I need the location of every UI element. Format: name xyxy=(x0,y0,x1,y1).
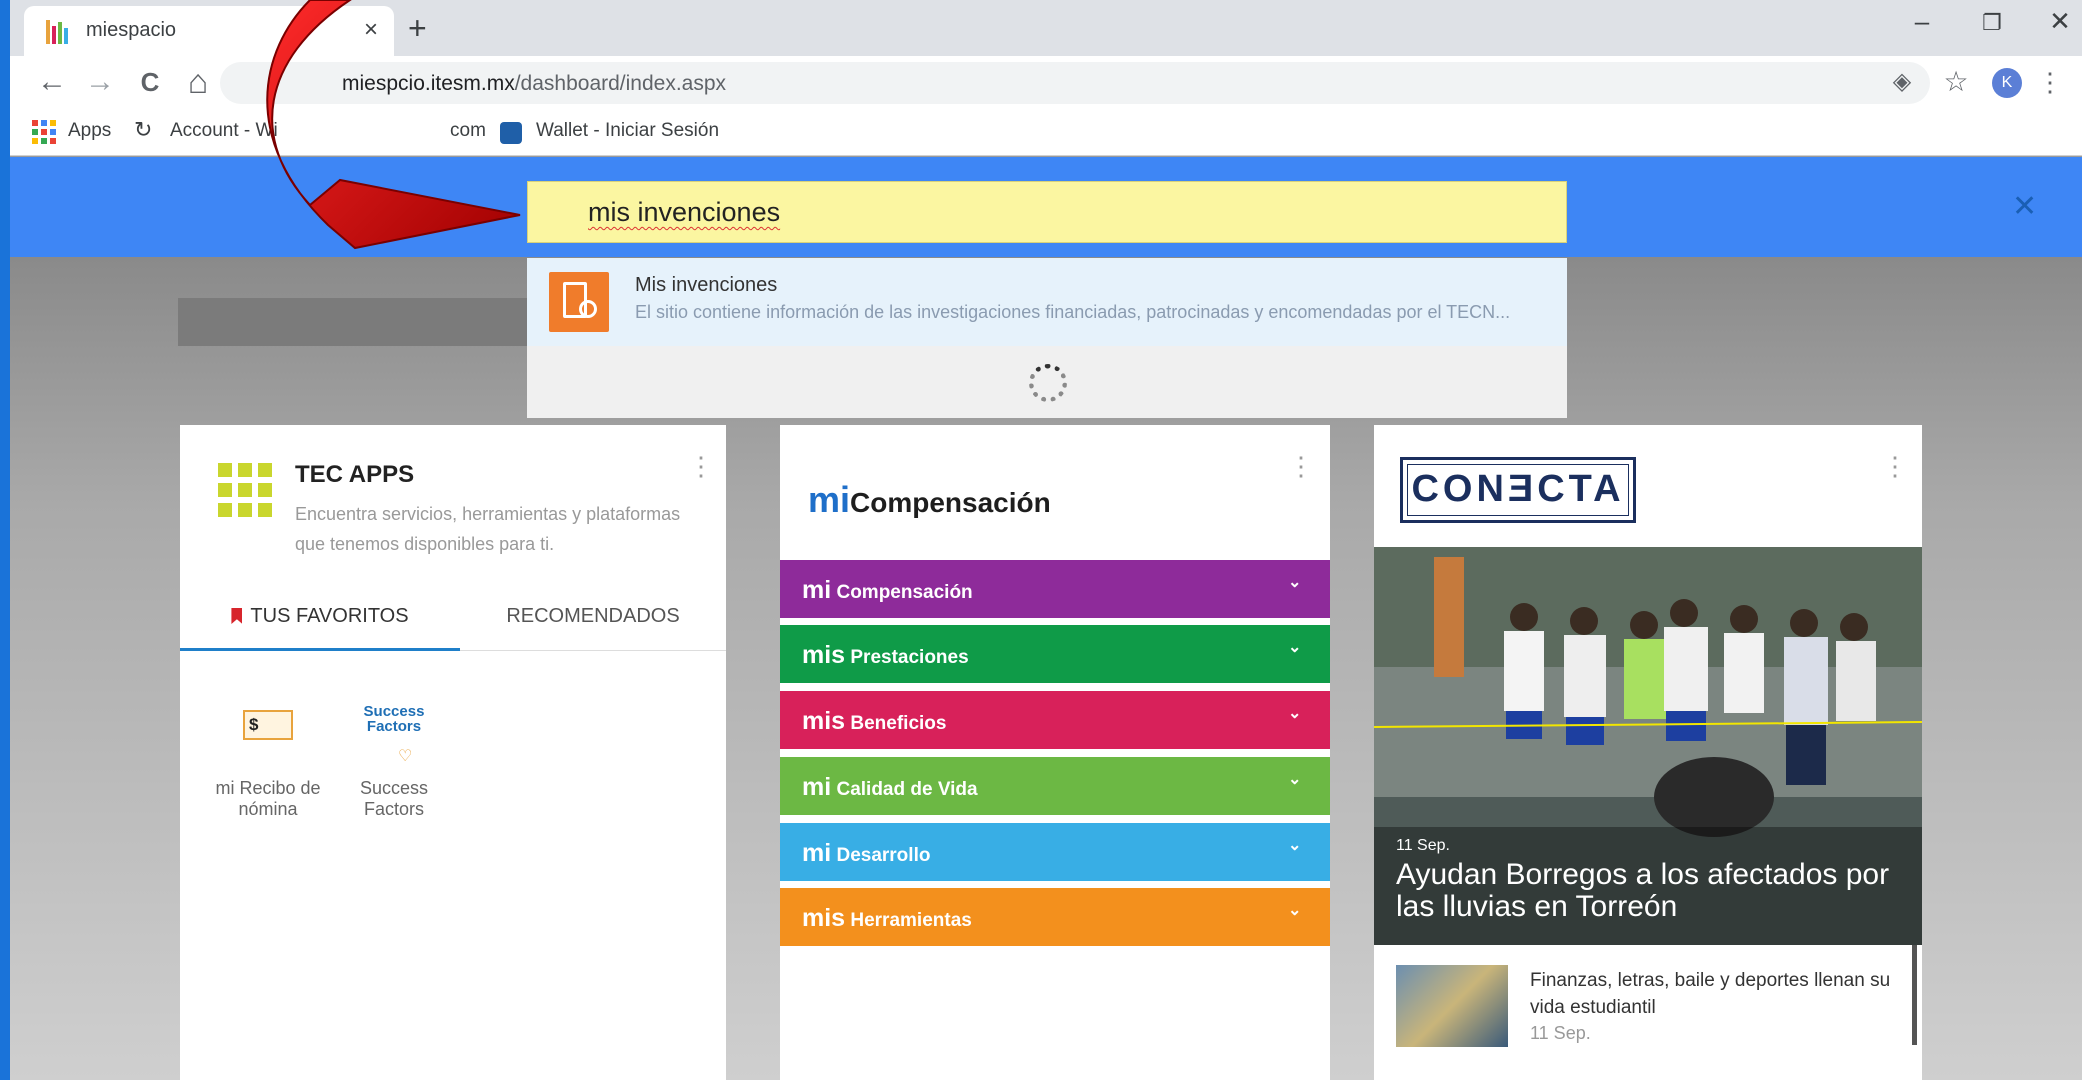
payslip-icon: $ xyxy=(243,710,293,740)
favorite-app-label: mi Recibo de nómina xyxy=(215,778,321,819)
tec-apps-card: TEC APPS Encuentra servicios, herramient… xyxy=(180,425,726,1080)
browser-menu-icon[interactable]: ⋮ xyxy=(2030,64,2070,100)
card-menu-icon[interactable]: ⋮ xyxy=(1288,453,1314,479)
bookmark-account[interactable]: Account - Wi xyxy=(170,120,278,142)
micompensacion-item[interactable]: mis Beneficios ⌄ xyxy=(780,691,1330,749)
chevron-down-icon[interactable]: ⌄ xyxy=(1288,572,1301,592)
item-label: mi Desarrollo xyxy=(802,839,931,867)
item-label: mis Prestaciones xyxy=(802,641,969,669)
successfactors-logo-icon: Success Factors xyxy=(363,703,425,735)
bookmark-apps[interactable]: Apps xyxy=(68,120,111,142)
heart-icon: ♡ xyxy=(398,748,413,765)
micompensacion-card: miCompensación ⋮ mi Compensación ⌄ mis Pre… xyxy=(780,425,1330,1080)
search-input[interactable]: mis invenciones xyxy=(527,181,1567,243)
loading-spinner-icon xyxy=(1029,364,1067,402)
card-scrollbar[interactable] xyxy=(1912,945,1917,1045)
bookmark-wallet[interactable]: Wallet - Iniciar Sesión xyxy=(536,120,719,142)
card-menu-icon[interactable]: ⋮ xyxy=(1882,453,1908,479)
search-query[interactable]: mis invenciones xyxy=(588,197,780,228)
forward-button[interactable]: → xyxy=(80,64,120,100)
back-button[interactable]: ← xyxy=(32,64,72,100)
favorite-app-label: Success Factors xyxy=(359,778,429,819)
chevron-down-icon[interactable]: ⌄ xyxy=(1288,769,1301,789)
location-icon[interactable]: ◈ xyxy=(1882,64,1922,100)
item-label: mi Compensación xyxy=(802,576,973,604)
micompensacion-item[interactable]: mi Calidad de Vida ⌄ xyxy=(780,757,1330,815)
micompensacion-item[interactable]: mis Herramientas ⌄ xyxy=(780,888,1330,946)
new-tab-button[interactable]: + xyxy=(408,8,427,48)
news-thumbnail[interactable] xyxy=(1396,965,1508,1047)
bookmark-flag-icon xyxy=(231,608,243,624)
micompensacion-item[interactable]: mi Compensación ⌄ xyxy=(780,560,1330,618)
micompensacion-logo: miCompensación xyxy=(808,479,1051,520)
tab-close-icon[interactable]: × xyxy=(364,16,378,44)
card-title: TEC APPS xyxy=(295,461,415,488)
featured-news-title[interactable]: Ayudan Borregos a los afectados por las … xyxy=(1396,859,1896,923)
profile-avatar[interactable]: K xyxy=(1992,68,2022,98)
close-window-button[interactable]: ✕ xyxy=(2040,6,2080,37)
browser-window: miespacio × + – ❐ ✕ ← → C ⌂ miespcio.ite… xyxy=(10,0,2082,1080)
bookmark-com[interactable]: com xyxy=(450,120,486,142)
conecta-logo[interactable]: CONƎCTA xyxy=(1400,457,1636,523)
address-bar[interactable]: miespcio.itesm.mx/dashboard/index.aspx xyxy=(220,62,1930,104)
featured-news-date: 11 Sep. xyxy=(1396,837,1450,854)
account-bookmark-icon: ↻ xyxy=(134,117,153,142)
micompensacion-item[interactable]: mi Desarrollo ⌄ xyxy=(780,823,1330,881)
chevron-down-icon[interactable]: ⌄ xyxy=(1288,835,1301,855)
result-title[interactable]: Mis invenciones xyxy=(635,274,777,297)
search-result-item[interactable]: Mis invenciones El sitio contiene inform… xyxy=(527,258,1567,346)
conecta-card: CONƎCTA ⋮ 11 Sep. Ayudan Borregos a los xyxy=(1374,425,1922,1080)
tab-recommended[interactable]: RECOMENDADOS xyxy=(460,605,726,651)
browser-tab[interactable]: miespacio × xyxy=(24,6,394,56)
featured-news-image[interactable]: 11 Sep. Ayudan Borregos a los afectados … xyxy=(1374,547,1922,945)
tec-apps-grid-icon xyxy=(218,463,272,517)
tab-favorites[interactable]: TUS FAVORITOS xyxy=(180,605,460,651)
search-results-dropdown: Mis invenciones El sitio contiene inform… xyxy=(527,258,1567,418)
minimize-button[interactable]: – xyxy=(1902,6,1942,37)
item-label: mis Herramientas xyxy=(802,904,972,932)
item-label: mi Calidad de Vida xyxy=(802,773,978,801)
chevron-down-icon[interactable]: ⌄ xyxy=(1288,637,1301,657)
wallet-bookmark-icon xyxy=(500,122,522,144)
page-header-shadow xyxy=(178,298,538,346)
close-search-icon[interactable]: ✕ xyxy=(2012,189,2037,224)
tab-strip: miespacio × + – ❐ ✕ xyxy=(10,0,2082,56)
url-text[interactable]: miespcio.itesm.mx/dashboard/index.aspx xyxy=(342,72,726,96)
bookmarks-bar: Apps ↻ Account - Wi com Wallet - Iniciar… xyxy=(10,110,2082,156)
chevron-down-icon[interactable]: ⌄ xyxy=(1288,900,1301,920)
news-item-date: 11 Sep. xyxy=(1530,1023,1591,1043)
item-label: mis Beneficios xyxy=(802,707,947,735)
tab-title: miespacio xyxy=(86,19,177,41)
result-description: El sitio contiene información de las inv… xyxy=(635,302,1511,322)
card-subtitle: Encuentra servicios, herramientas y plat… xyxy=(295,504,681,554)
browser-toolbar: ← → C ⌂ miespcio.itesm.mx/dashboard/inde… xyxy=(10,56,2082,110)
bookmark-star-icon[interactable]: ☆ xyxy=(1936,64,1976,100)
inventions-document-icon xyxy=(549,272,609,332)
card-menu-icon[interactable]: ⋮ xyxy=(688,453,714,479)
news-item-title[interactable]: Finanzas, letras, baile y deportes llena… xyxy=(1530,967,1900,1021)
chevron-down-icon[interactable]: ⌄ xyxy=(1288,703,1301,723)
miespacio-favicon-icon xyxy=(46,20,72,44)
apps-grid-icon[interactable] xyxy=(32,120,56,144)
micompensacion-item[interactable]: mis Prestaciones ⌄ xyxy=(780,625,1330,683)
restore-button[interactable]: ❐ xyxy=(1972,10,2012,36)
home-button[interactable]: ⌂ xyxy=(178,64,218,100)
reload-button[interactable]: C xyxy=(130,64,170,100)
